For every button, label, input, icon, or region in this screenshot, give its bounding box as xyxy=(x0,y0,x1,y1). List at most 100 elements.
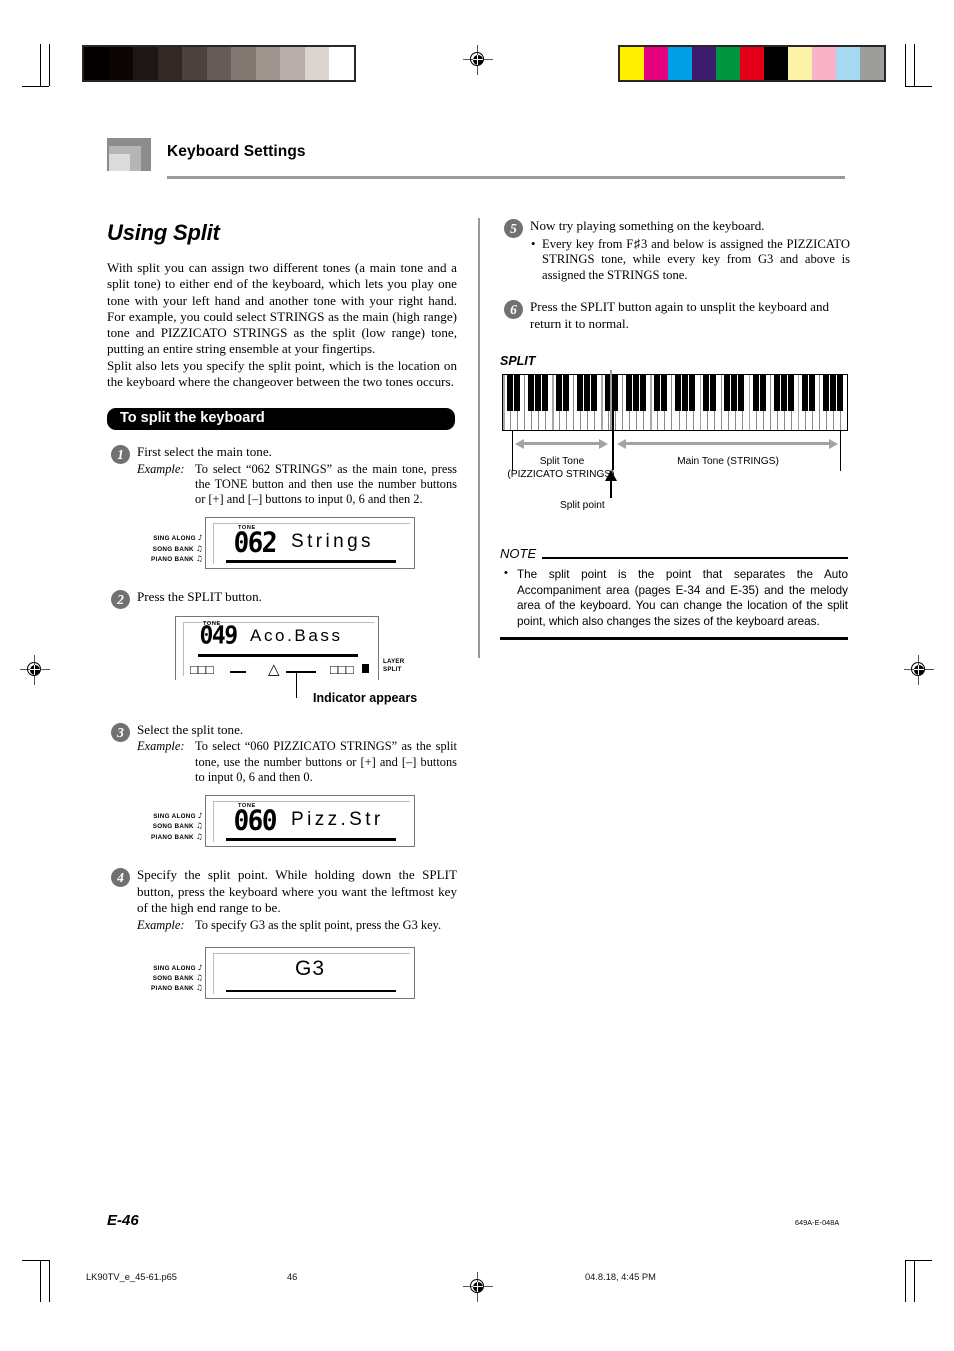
octave-marker xyxy=(552,375,554,431)
intro-paragraph-1: With split you can assign two different … xyxy=(107,260,457,357)
column-divider xyxy=(478,218,480,658)
gray-swatch xyxy=(255,47,280,80)
split-tone-arrow xyxy=(515,439,608,450)
black-key xyxy=(682,375,689,412)
color-swatch xyxy=(692,47,716,80)
procedure-heading-bar: To split the keyboard xyxy=(107,408,455,431)
step-1-number: 1 xyxy=(111,445,130,465)
figure-title: SPLIT xyxy=(500,354,536,369)
octave-marker xyxy=(650,375,653,431)
black-key xyxy=(822,375,829,412)
step-4: 4 Specify the split point. While holding… xyxy=(107,867,457,933)
color-swatch xyxy=(716,47,740,80)
step-5-bullet: • Every key from F♯3 and below is assign… xyxy=(530,237,850,284)
step-4-number: 4 xyxy=(111,868,130,888)
lcd-3-tone-number: 060 xyxy=(232,805,277,838)
chapter-logo-icon xyxy=(107,138,160,177)
beamed-note-icon: ♫ xyxy=(195,983,203,993)
black-key xyxy=(506,375,513,412)
black-key xyxy=(773,375,780,412)
eighth-note-icon: ♪ xyxy=(197,811,203,821)
color-swatch xyxy=(620,47,644,80)
note-heading-rule xyxy=(542,557,848,560)
step-2: 2 Press the SPLIT button. xyxy=(107,589,457,610)
white-key-divider xyxy=(671,375,673,431)
white-key-divider xyxy=(573,375,575,431)
black-key xyxy=(780,375,787,412)
lcd-2-split-label: SPLIT xyxy=(383,666,402,674)
step-3-example-text: To select “060 PIZZICATO STRINGS” as the… xyxy=(195,739,457,784)
gray-swatch xyxy=(182,47,207,80)
step-5-bullet-text: Every key from F♯3 and below is assigned… xyxy=(542,236,850,282)
header-divider xyxy=(167,176,845,179)
lcd-2-screen: TONE 049 Aco.Bass □□□ △ □□□ xyxy=(175,615,379,680)
split-tone-label: Split Tone xyxy=(539,456,585,468)
right-column: 5 Now try playing something on the keybo… xyxy=(500,218,850,640)
step-4-example-text: To specify G3 as the split point, press … xyxy=(195,917,442,932)
white-key-divider xyxy=(818,375,820,431)
lcd-1-sing-along-label: SING ALONG xyxy=(153,535,196,543)
lcd-display-2: TONE 049 Aco.Bass □□□ △ □□□ LAYER SPLIT … xyxy=(107,615,457,705)
gray-swatch xyxy=(231,47,256,80)
lcd-2-status-row: □□□ △ □□□ xyxy=(190,662,354,678)
octave-marker xyxy=(847,375,848,430)
note-heading-label: NOTE xyxy=(500,546,537,562)
lcd-3-song-bank-label: SONG BANK xyxy=(152,823,194,831)
gray-swatch xyxy=(206,47,231,80)
note-text: The split point is the point that separa… xyxy=(517,568,848,628)
indicator-callout-line xyxy=(296,671,298,698)
step-1-example-text: To select “062 STRINGS” as the main tone… xyxy=(195,461,457,507)
part-number: 649A-E-048A xyxy=(795,1218,840,1227)
gray-swatch xyxy=(329,47,354,80)
lcd-3-piano-bank-label: PIANO BANK xyxy=(151,833,194,841)
color-swatch xyxy=(860,47,884,80)
black-key xyxy=(752,375,759,412)
color-swatch xyxy=(836,47,860,80)
black-key xyxy=(724,375,731,412)
page-header: Keyboard Settings xyxy=(107,138,845,186)
black-key xyxy=(829,375,836,412)
beamed-note-icon: ♫ xyxy=(195,554,203,564)
step-4-example-label: Example: xyxy=(137,917,185,932)
step-4-text: Specify the split point. While holding d… xyxy=(137,867,457,916)
page-title: Keyboard Settings xyxy=(167,143,306,160)
lcd-4-piano-bank-label: PIANO BANK xyxy=(151,985,194,993)
black-key xyxy=(555,375,562,412)
lcd-display-3: SING ALONG ♪ SONG BANK ♫ PIANO BANK ♫ TO… xyxy=(107,795,457,853)
gray-swatch xyxy=(280,47,305,80)
black-key xyxy=(689,375,696,412)
lcd-1-screen: TONE 062 Strings xyxy=(205,517,415,570)
split-tone-sublabel: (PIZZICATO STRINGS) xyxy=(507,469,615,481)
step-1-example: Example: To select “062 STRINGS” as the … xyxy=(137,462,457,508)
black-key xyxy=(675,375,682,412)
color-swatch xyxy=(668,47,692,80)
lcd-1-piano-bank-label: PIANO BANK xyxy=(151,556,194,564)
beamed-note-icon: ♫ xyxy=(195,821,203,831)
lcd-3-underline xyxy=(226,838,396,841)
source-page-number: 46 xyxy=(287,1272,298,1282)
registration-mark-bottom xyxy=(463,1272,493,1302)
black-key xyxy=(801,375,808,412)
white-key-divider xyxy=(769,375,771,431)
lcd-1-side-labels: SING ALONG ♪ SONG BANK ♫ PIANO BANK ♫ xyxy=(135,533,203,564)
gray-swatch xyxy=(304,47,329,80)
step-5-text: Now try playing something on the keyboar… xyxy=(530,218,765,233)
lcd-4-value: G3 xyxy=(294,956,325,980)
octave-marker xyxy=(601,375,603,431)
note-text-item: • The split point is the point that sepa… xyxy=(500,567,848,629)
registration-mark-left xyxy=(20,655,50,685)
lcd-2-underline xyxy=(198,653,358,657)
lcd-display-1: SING ALONG ♪ SONG BANK ♫ PIANO BANK ♫ TO… xyxy=(107,517,457,575)
range-arrows xyxy=(500,436,850,452)
gray-swatch xyxy=(133,47,158,80)
beamed-note-icon: ♫ xyxy=(195,831,203,841)
black-key xyxy=(661,375,668,412)
octave-marker xyxy=(503,375,505,431)
black-key xyxy=(836,375,843,412)
folio-page-label: E-46 xyxy=(107,1212,139,1229)
split-point-label: Split point xyxy=(560,500,605,512)
step-6: 6 Press the SPLIT button again to unspli… xyxy=(500,299,850,332)
lcd-4-song-bank-label: SONG BANK xyxy=(152,975,194,983)
source-file-name: LK90TV_e_45-61.p65 xyxy=(86,1272,177,1282)
lcd-4-underline xyxy=(226,989,396,993)
